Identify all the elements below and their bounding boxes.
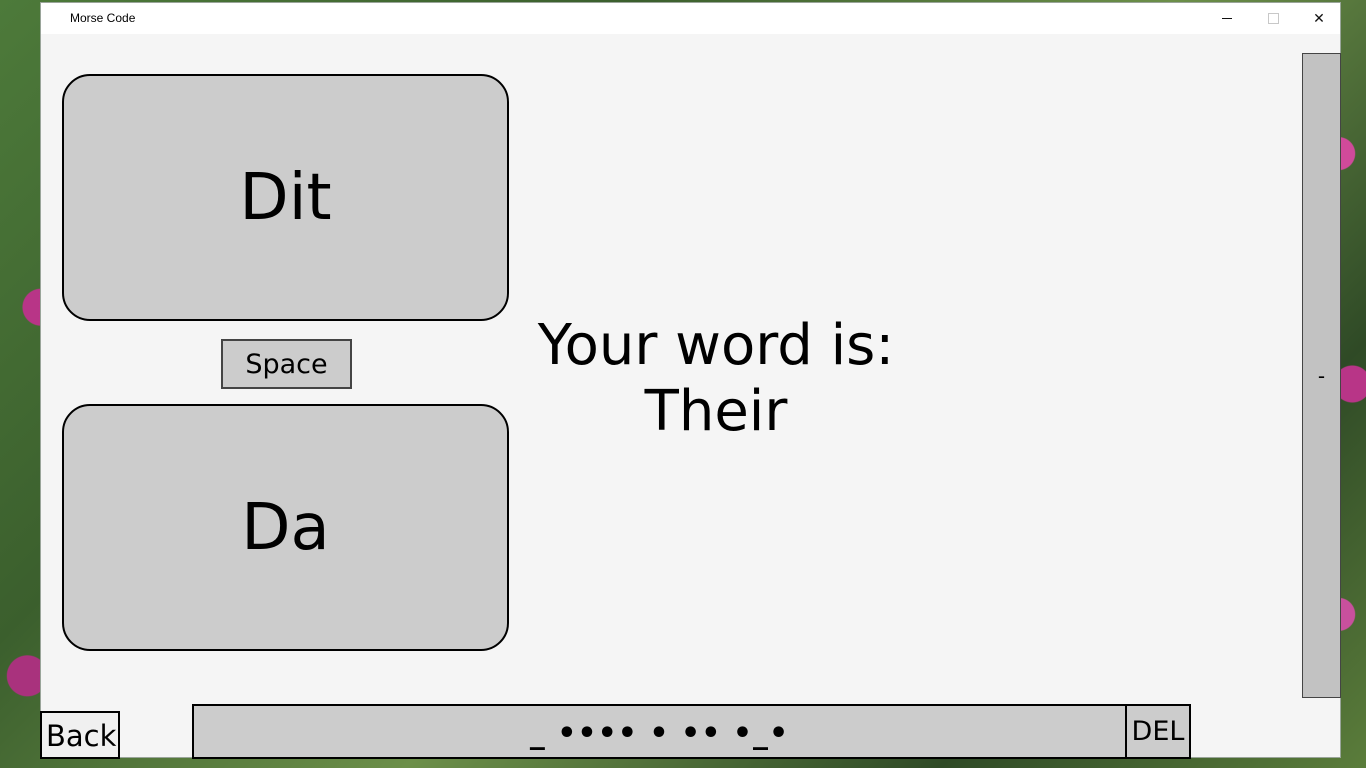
close-button[interactable]: ✕ — [1296, 3, 1342, 34]
space-button[interactable]: Space — [221, 339, 352, 389]
window-title: Morse Code — [70, 11, 136, 25]
dit-button[interactable]: Dit — [62, 74, 509, 321]
morse-code-display: _ •••• • •• •_• — [192, 704, 1127, 759]
back-button[interactable]: Back — [40, 711, 120, 759]
prompt-label: Your word is: — [537, 313, 895, 378]
scrollbar-glyph: - — [1317, 363, 1326, 388]
target-word: Their — [644, 379, 788, 444]
maximize-button[interactable] — [1250, 3, 1296, 34]
vertical-scrollbar[interactable]: - — [1302, 53, 1341, 698]
app-window: Morse Code ✕ Dit Space Da Your word is: … — [40, 2, 1341, 759]
maximize-icon — [1267, 13, 1279, 24]
word-prompt: Your word is: Their — [521, 313, 911, 445]
title-bar: Morse Code ✕ — [41, 3, 1340, 34]
close-icon: ✕ — [1313, 10, 1325, 27]
da-button[interactable]: Da — [62, 404, 509, 651]
minimize-icon — [1222, 18, 1232, 19]
minimize-button[interactable] — [1204, 3, 1250, 34]
delete-button[interactable]: DEL — [1125, 704, 1191, 759]
